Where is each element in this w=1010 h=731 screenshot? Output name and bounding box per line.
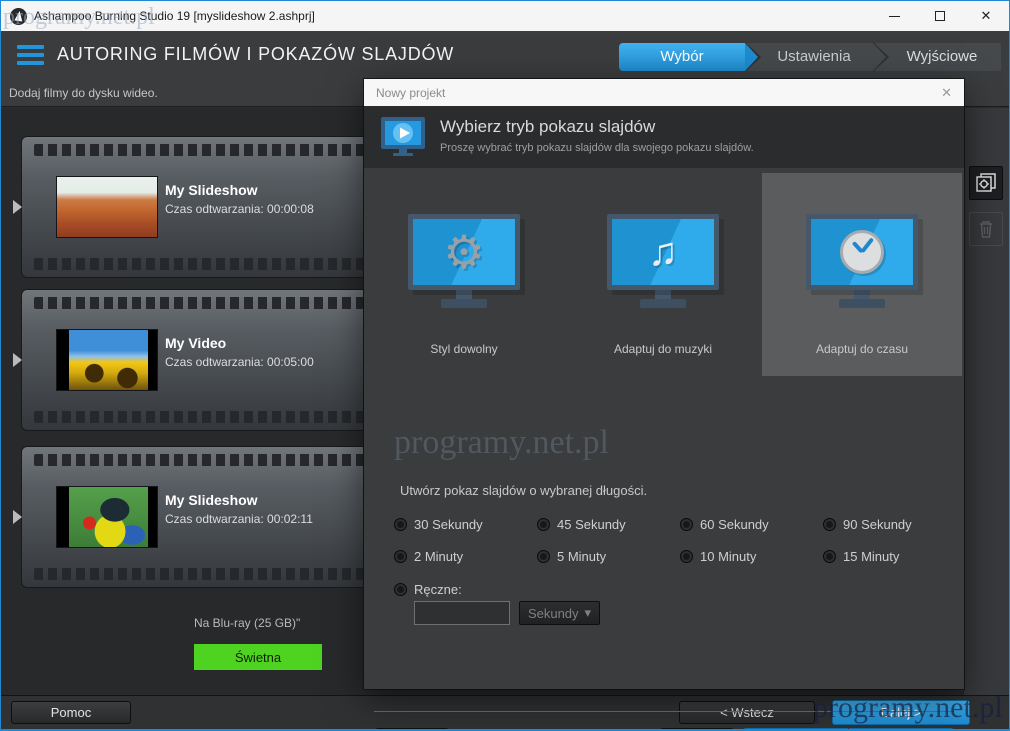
mode-tile-label: Adaptuj do muzyki	[614, 342, 712, 356]
bottom-bar: Pomoc < Wstecz Dalej >	[1, 695, 1009, 729]
radio-5m[interactable]: 5 Minuty	[537, 549, 680, 564]
dialog-header: Wybierz tryb pokazu slajdów Proszę wybra…	[364, 106, 964, 168]
radio-30s[interactable]: 30 Sekundy	[394, 517, 537, 532]
disc-capacity-label: Na Blu-ray (25 GB)"	[194, 616, 300, 630]
radio-icon	[537, 550, 550, 563]
row-expand-icon[interactable]	[13, 510, 22, 524]
maximize-button[interactable]	[917, 1, 963, 31]
delete-button[interactable]	[969, 212, 1003, 246]
radio-90s[interactable]: 90 Sekundy	[823, 517, 966, 532]
mode-tile-adapt-time[interactable]: Adaptuj do czasu	[762, 173, 962, 376]
back-button[interactable]: < Wstecz	[679, 701, 815, 724]
media-duration: Czas odtwarzania: 00:00:08	[165, 202, 314, 216]
media-title: My Slideshow	[165, 182, 258, 198]
next-button[interactable]: Dalej >	[832, 700, 970, 725]
maximize-icon	[935, 11, 945, 21]
radio-45s[interactable]: 45 Sekundy	[537, 517, 680, 532]
dialog-titlebar: Nowy projekt ✕	[364, 79, 964, 106]
minimize-icon	[889, 16, 900, 17]
watermark-middle: programy.net.pl	[394, 424, 609, 462]
trash-icon	[975, 218, 997, 240]
mode-tile-label: Styl dowolny	[430, 342, 497, 356]
tab-wyjsciowe[interactable]: Wyjściowe	[873, 43, 1001, 71]
radio-icon	[680, 518, 693, 531]
media-thumbnail-parrot	[57, 487, 157, 547]
manual-duration-input[interactable]	[414, 601, 510, 625]
tab-ustawienia[interactable]: Ustawienia	[745, 43, 873, 71]
new-project-dialog: Nowy projekt ✕ Wybierz tryb pokazu slajd…	[364, 79, 964, 689]
breadcrumb: Wybór Ustawienia Wyjściowe	[619, 43, 1001, 71]
tab-wybor[interactable]: Wybór	[619, 43, 745, 71]
quality-text: Świetna	[235, 650, 281, 665]
dialog-subheading: Proszę wybrać tryb pokazu slajdów dla sw…	[440, 142, 754, 154]
quality-indicator: Świetna	[194, 644, 322, 670]
duration-options: 30 Sekundy 45 Sekundy 60 Sekundy 90 Seku…	[394, 517, 954, 564]
slideshow-properties-button[interactable]	[969, 166, 1003, 200]
dialog-divider	[374, 711, 954, 712]
radio-60s[interactable]: 60 Sekundy	[680, 517, 823, 532]
mode-tile-label: Adaptuj do czasu	[816, 342, 908, 356]
close-button[interactable]: ✕	[963, 1, 1009, 31]
media-title: My Slideshow	[165, 492, 258, 508]
monitor-clock-icon	[806, 214, 918, 308]
mode-tile-free-style[interactable]: ⚙ Styl dowolny	[364, 173, 564, 376]
menu-button[interactable]	[17, 45, 44, 67]
media-duration: Czas odtwarzania: 00:05:00	[165, 355, 314, 369]
radio-15m[interactable]: 15 Minuty	[823, 549, 966, 564]
duration-heading: Utwórz pokaz slajdów o wybranej długości…	[400, 483, 647, 498]
radio-icon	[823, 518, 836, 531]
help-button[interactable]: Pomoc	[11, 701, 131, 724]
row-expand-icon[interactable]	[13, 200, 22, 214]
unit-dropdown[interactable]: Sekundy ▾	[519, 601, 600, 625]
dialog-content: programy.net.pl ⚙ Styl dowolny ♫ Adaptuj…	[364, 168, 964, 689]
app-window: Ashampoo Burning Studio 19 [myslideshow …	[0, 0, 1010, 731]
page-title: AUTORING FILMÓW I POKAZÓW SLAJDÓW	[57, 44, 454, 65]
close-icon: ✕	[981, 8, 992, 24]
dialog-close-button[interactable]: ✕	[941, 85, 952, 101]
radio-icon	[823, 550, 836, 563]
app-logo-icon	[10, 8, 27, 25]
media-thumbnail-starfish	[57, 177, 157, 237]
dialog-heading: Wybierz tryb pokazu slajdów	[440, 117, 655, 137]
media-thumbnail-sunflowers	[57, 330, 157, 390]
media-duration: Czas odtwarzania: 00:02:11	[165, 512, 313, 526]
radio-10m[interactable]: 10 Minuty	[680, 549, 823, 564]
header: AUTORING FILMÓW I POKAZÓW SLAJDÓW Wybór …	[1, 31, 1009, 81]
titlebar: Ashampoo Burning Studio 19 [myslideshow …	[1, 1, 1009, 31]
media-title: My Video	[165, 335, 226, 351]
radio-icon	[537, 518, 550, 531]
dialog-title: Nowy projekt	[376, 86, 445, 100]
minimize-button[interactable]	[871, 1, 917, 31]
monitor-gear-icon: ⚙	[408, 214, 520, 308]
radio-icon	[394, 518, 407, 531]
row-expand-icon[interactable]	[13, 353, 22, 367]
side-toolbar	[963, 108, 1009, 696]
slides-gear-icon	[974, 171, 998, 195]
radio-icon	[394, 583, 407, 596]
chevron-down-icon: ▾	[585, 605, 592, 621]
radio-icon	[680, 550, 693, 563]
window-title: Ashampoo Burning Studio 19 [myslideshow …	[34, 9, 315, 23]
radio-manual[interactable]: Ręczne:	[394, 582, 462, 597]
radio-2m[interactable]: 2 Minuty	[394, 549, 537, 564]
mode-tile-adapt-music[interactable]: ♫ Adaptuj do muzyki	[563, 173, 763, 376]
subheader-text: Dodaj filmy do dysku wideo.	[9, 86, 158, 100]
radio-icon	[394, 550, 407, 563]
monitor-music-icon: ♫	[607, 214, 719, 308]
slideshow-monitor-icon	[379, 115, 427, 159]
